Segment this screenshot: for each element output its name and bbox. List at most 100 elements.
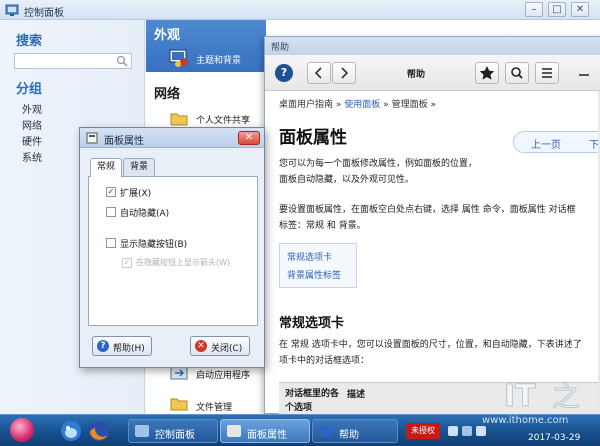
close-dialog-button[interactable]: ✕ 关闭(C) [190,336,250,356]
menu-button[interactable] [535,62,559,84]
taskbar-item-control-panel[interactable]: 控制面板 [128,419,218,443]
minimize-icon [579,74,589,76]
control-panel-icon [5,4,19,16]
breadcrumb-link[interactable]: 桌面用户指南 [279,100,333,110]
theme-icon [169,49,188,67]
table-header-cell: 对话框里的各个选项 [285,389,340,413]
theme-background-link[interactable]: 主题和背景 [196,53,241,66]
back-button[interactable] [307,62,331,84]
firefox-icon[interactable] [86,418,112,444]
maximize-button[interactable]: □ [548,2,566,17]
start-menu-button[interactable] [10,418,34,442]
help-toolbar-title: 帮助 [407,70,426,80]
dialog-close-button[interactable]: ✕ [238,131,260,145]
taskbar-item-help[interactable]: 帮助 [312,419,398,443]
help-paragraph: 面板自动隐藏，以及外观可见性。 [279,175,415,185]
search-icon [511,67,523,79]
tab-general[interactable]: 常规 [90,158,122,177]
clock-date[interactable]: 2017-03-29 [528,433,580,443]
svg-text:之: 之 [552,380,580,413]
chevron-right-icon [341,67,349,79]
panel-properties-icon [86,132,98,144]
close-button-label: 关闭(C) [211,344,243,354]
help-icon [319,425,333,437]
category-network-title: 网络 [154,87,181,102]
help-toolbar: ? 帮助 [265,55,600,91]
sidebar-item-appearance[interactable]: 外观 [22,101,42,116]
help-icon[interactable]: ? [275,64,293,82]
search-button[interactable] [505,62,529,84]
taskbar-item-label: 控制面板 [155,430,195,441]
bookmark-button[interactable] [475,62,499,84]
taskbar-item-label: 面板属性 [247,430,287,441]
help-paragraph: 要设置面板属性，在面板空白处点右键，选择 属性 命令，面板属性 对话框 [279,205,576,215]
close-icon: ✕ [195,340,207,352]
unauthorized-badge[interactable]: 未授权 [406,423,440,439]
page-title: 面板属性 [279,128,347,148]
autohide-label: 自动隐藏(A) [120,209,170,219]
bird-app-icon[interactable] [58,418,84,444]
previous-page-link[interactable]: 上一页 [531,136,561,151]
dialog-titlebar[interactable]: 面板属性 ✕ [80,128,264,148]
minimize-button[interactable]: – [525,2,543,17]
taskbar: 控制面板 面板属性 帮助 未授权 www.ithome.com 2017-03-… [0,414,600,446]
panel-properties-icon [227,425,241,437]
window-title: 控制面板 [24,8,64,19]
expand-checkbox[interactable]: ✓ [106,187,116,197]
help-window-title: 帮助 [271,43,290,53]
sidebar-item-network[interactable]: 网络 [22,117,42,132]
hide-button-arrows-checkbox: ✓ [122,258,132,268]
help-icon: ? [97,340,109,352]
expand-label: 扩展(X) [120,189,152,199]
tab-background[interactable]: 背景 [123,158,155,176]
help-paragraph: 在 常规 选项卡中，您可以设置面板的尺寸，位置，和自动隐藏，下表讲述了 [279,340,582,350]
show-hide-buttons-label: 显示隐藏按钮(B) [120,240,188,250]
help-button[interactable]: ? 帮助(H) [92,336,152,356]
sidebar-item-hardware[interactable]: 硬件 [22,133,42,148]
watermark-url: www.ithome.com [482,415,569,426]
category-title: 外观 [154,28,181,43]
sidebar-item-system[interactable]: 系统 [22,149,42,164]
group-heading: 分组 [16,82,43,97]
help-titlebar[interactable]: 帮助 [265,37,600,55]
search-heading: 搜索 [16,34,43,49]
search-icon [116,55,128,67]
control-panel-titlebar[interactable]: 控制面板 – □ ✕ [0,0,600,20]
breadcrumb: 桌面用户指南 » 使用面板 » 管理面板 » [279,97,436,110]
autohide-checkbox[interactable] [106,207,116,217]
taskbar-item-label: 帮助 [339,430,359,441]
help-minimize-button[interactable] [577,65,591,79]
svg-text:IT: IT [504,379,536,414]
breadcrumb-link[interactable]: 管理面板 [392,100,428,110]
ithome-watermark-logo: IT 之 [504,379,581,415]
help-window: 帮助 ? 帮助 桌面用户指南 » 使用面板 » 管理面板 » 面板属性 上一页 [264,36,600,415]
file-manager-link[interactable]: 文件管理 [196,400,232,413]
startup-apps-icon [170,366,188,380]
toc-link-background[interactable]: 背景属性标签 [287,268,341,281]
folder-icon [170,398,188,411]
breadcrumb-separator: » [430,100,436,110]
dialog-title: 面板属性 [104,136,144,147]
personal-file-share-link[interactable]: 个人文件共享 [196,113,250,126]
forward-button[interactable] [332,62,356,84]
search-input[interactable] [14,53,132,69]
panel-properties-dialog: 面板属性 ✕ 常规 背景 ✓ 扩展(X) 自动隐藏(A) 显示隐藏按钮(B) ✓… [79,127,265,368]
control-panel-icon [135,425,149,437]
general-tab-panel: ✓ 扩展(X) 自动隐藏(A) 显示隐藏按钮(B) ✓ 在隐藏按钮上显示箭头(W… [88,176,258,326]
section-title: 常规选项卡 [279,316,345,331]
startup-apps-link[interactable]: 启动应用程序 [196,368,250,381]
close-button[interactable]: ✕ [571,2,589,17]
help-button-label: 帮助(H) [113,344,145,354]
taskbar-item-panel-properties[interactable]: 面板属性 [220,419,310,443]
help-paragraph: 您可以为每一个面板修改属性，例如面板的位置， [279,159,478,169]
folder-icon [170,113,188,126]
help-paragraph: 项卡中的对话框选项： [279,356,370,366]
category-appearance: 外观 主题和背景 [146,20,266,72]
hide-button-arrows-label: 在隐藏按钮上显示箭头(W) [136,258,231,267]
show-hide-buttons-checkbox[interactable] [106,238,116,248]
breadcrumb-separator: » [383,100,389,110]
breadcrumb-link[interactable]: 使用面板 [344,100,380,110]
toc-link-general[interactable]: 常规选项卡 [287,250,332,263]
help-paragraph: 标签：常规 和 背景。 [279,221,366,231]
hamburger-menu-icon [542,68,552,78]
